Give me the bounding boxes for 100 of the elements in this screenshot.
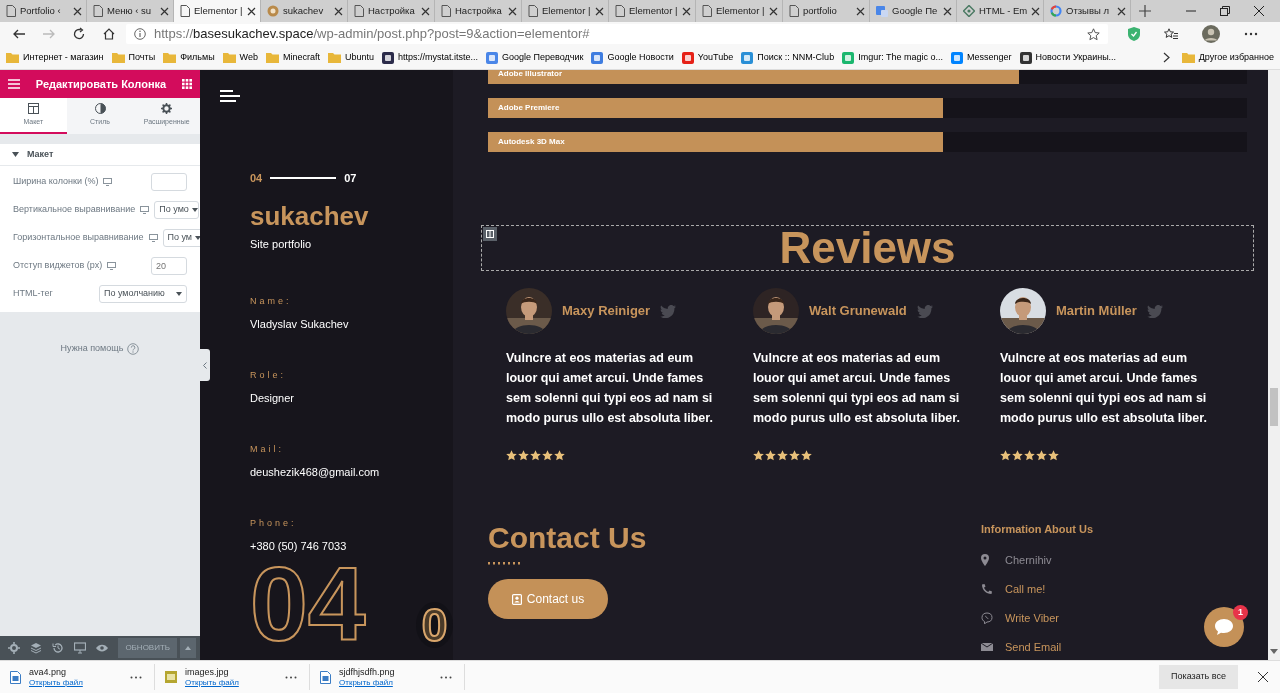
- select-field[interactable]: По ум: [162, 229, 203, 247]
- image-file-icon: [165, 671, 177, 683]
- bookmark[interactable]: Новости Украины...: [1015, 50, 1121, 65]
- close-icon[interactable]: [247, 6, 256, 16]
- close-icon[interactable]: [595, 6, 604, 16]
- progress-fill: Adobe Illustrator: [488, 70, 1020, 84]
- close-icon[interactable]: [160, 6, 169, 16]
- site-icon: [741, 51, 754, 64]
- number-field[interactable]: 20: [151, 257, 187, 275]
- bookmark[interactable]: YouTube: [677, 50, 738, 65]
- monitor-icon[interactable]: [107, 262, 117, 270]
- collapse-handle[interactable]: [200, 349, 210, 381]
- refresh-icon[interactable]: [72, 27, 86, 41]
- number-field[interactable]: [151, 173, 187, 191]
- monitor-icon[interactable]: [140, 206, 150, 214]
- scrollbar-thumb[interactable]: [1270, 388, 1278, 426]
- site-tagline: Site portfolio: [250, 236, 312, 252]
- bookmark[interactable]: Messenger: [947, 50, 1016, 65]
- bookmark[interactable]: Фильмы: [159, 50, 219, 65]
- avatar-icon[interactable]: [1202, 25, 1220, 43]
- contact-link[interactable]: Write Viber: [1005, 609, 1059, 627]
- close-icon[interactable]: [682, 6, 691, 16]
- section-header[interactable]: Макет: [0, 144, 200, 166]
- monitor-icon[interactable]: [148, 234, 158, 242]
- help-link[interactable]: Нужна помощь: [60, 342, 140, 356]
- select-field[interactable]: По умолчанию: [99, 285, 187, 303]
- show-all-button[interactable]: Показать все: [1159, 665, 1238, 689]
- close-icon[interactable]: [1254, 6, 1264, 16]
- info-icon[interactable]: [134, 28, 146, 40]
- folder-icon: [111, 52, 125, 63]
- field-label: Вертикальное выравнивание: [13, 203, 136, 217]
- contact-icon: [511, 593, 522, 605]
- browser-tab[interactable]: Elementor |: [174, 0, 261, 22]
- bookmark[interactable]: Поиск :: NNM-Club: [737, 50, 839, 65]
- phone-icon: [981, 583, 993, 595]
- site-icon: [486, 51, 499, 64]
- more-icon[interactable]: [1244, 32, 1258, 36]
- progress-fill: Adobe Premiere: [488, 98, 944, 118]
- progress-line: [270, 177, 337, 180]
- close-icon[interactable]: [1031, 6, 1041, 16]
- home-icon[interactable]: [102, 27, 116, 41]
- bookmark[interactable]: Интернет - магазин: [2, 50, 108, 65]
- select-field[interactable]: По умо: [154, 201, 200, 219]
- monitor-icon[interactable]: [103, 178, 113, 186]
- back-icon[interactable]: [12, 27, 26, 41]
- contact-link[interactable]: Send Email: [1005, 638, 1062, 656]
- reviewer-name: Maxy Reiniger: [562, 302, 651, 321]
- bookmark[interactable]: Другое избранное: [1177, 50, 1278, 65]
- caret-icon: [191, 208, 198, 212]
- field-label: Ширина колонки (%): [13, 175, 99, 189]
- open-file-link[interactable]: Открыть файл: [339, 677, 395, 688]
- review-text: Vulncre at eos materias ad eum louor qui amet arcui. Unde fames sem solenni qui typi eos ad nam si modo purus ullo est absoluta liber.: [1000, 350, 1208, 427]
- bookmark[interactable]: Web: [218, 50, 262, 65]
- close-icon[interactable]: [508, 6, 517, 16]
- bookmark[interactable]: Imgur: The magic o...: [838, 50, 947, 65]
- bookmark[interactable]: Minecraft: [261, 50, 324, 65]
- options-button[interactable]: [179, 638, 196, 658]
- star-icon[interactable]: [1087, 27, 1100, 41]
- new-tab-icon[interactable]: [1139, 5, 1151, 17]
- favorites-icon[interactable]: [1164, 27, 1178, 41]
- outline-number: 04: [250, 552, 366, 657]
- layers-icon[interactable]: [30, 642, 43, 654]
- bookmark[interactable]: Ubuntu: [323, 50, 378, 65]
- edit-handle[interactable]: [483, 227, 497, 241]
- star-icon: [518, 450, 529, 461]
- bookmark[interactable]: Google Переводчик: [482, 50, 588, 65]
- star-icon: [801, 450, 812, 461]
- open-file-link[interactable]: Открыть файл: [29, 677, 83, 688]
- close-icon[interactable]: [769, 6, 778, 16]
- scroll-down-icon[interactable]: [1270, 649, 1278, 654]
- menu-icon[interactable]: [220, 90, 240, 102]
- address-bar[interactable]: https://basesukachev.space/wp-admin/post.php?post=9&action=elementor#: [126, 24, 1108, 44]
- detail-value: +380 (50) 746 7033: [250, 538, 347, 554]
- viber-icon: [981, 612, 993, 624]
- bookmark[interactable]: Почты: [107, 50, 160, 65]
- close-icon[interactable]: [421, 6, 430, 16]
- monitor-icon[interactable]: [74, 642, 87, 654]
- notification-badge: 1: [1233, 605, 1248, 620]
- eye-icon[interactable]: [96, 642, 109, 654]
- chevron-right-icon[interactable]: [1162, 52, 1170, 63]
- contact-link[interactable]: Call me!: [1005, 580, 1046, 598]
- close-icon[interactable]: [73, 6, 82, 16]
- close-icon[interactable]: [334, 6, 343, 16]
- page-icon: [180, 5, 190, 17]
- close-icon[interactable]: [1117, 6, 1126, 16]
- open-file-link[interactable]: Открыть файл: [185, 677, 239, 688]
- site-title: sukachev: [250, 200, 369, 232]
- restore-icon[interactable]: [1220, 6, 1230, 16]
- folder-icon: [163, 52, 177, 63]
- history-icon[interactable]: [52, 642, 65, 654]
- chat-button[interactable]: [1204, 607, 1244, 647]
- bookmark[interactable]: https://mystat.itste...: [378, 50, 483, 65]
- folder-icon: [222, 52, 236, 63]
- close-icon[interactable]: [943, 6, 952, 16]
- close-icon[interactable]: [856, 6, 865, 16]
- bookmark[interactable]: Google Новости: [587, 50, 678, 65]
- grid-icon[interactable]: [182, 79, 192, 89]
- star-icon: [753, 450, 764, 461]
- close-icon[interactable]: [1258, 672, 1268, 682]
- settings-icon[interactable]: [8, 642, 21, 654]
